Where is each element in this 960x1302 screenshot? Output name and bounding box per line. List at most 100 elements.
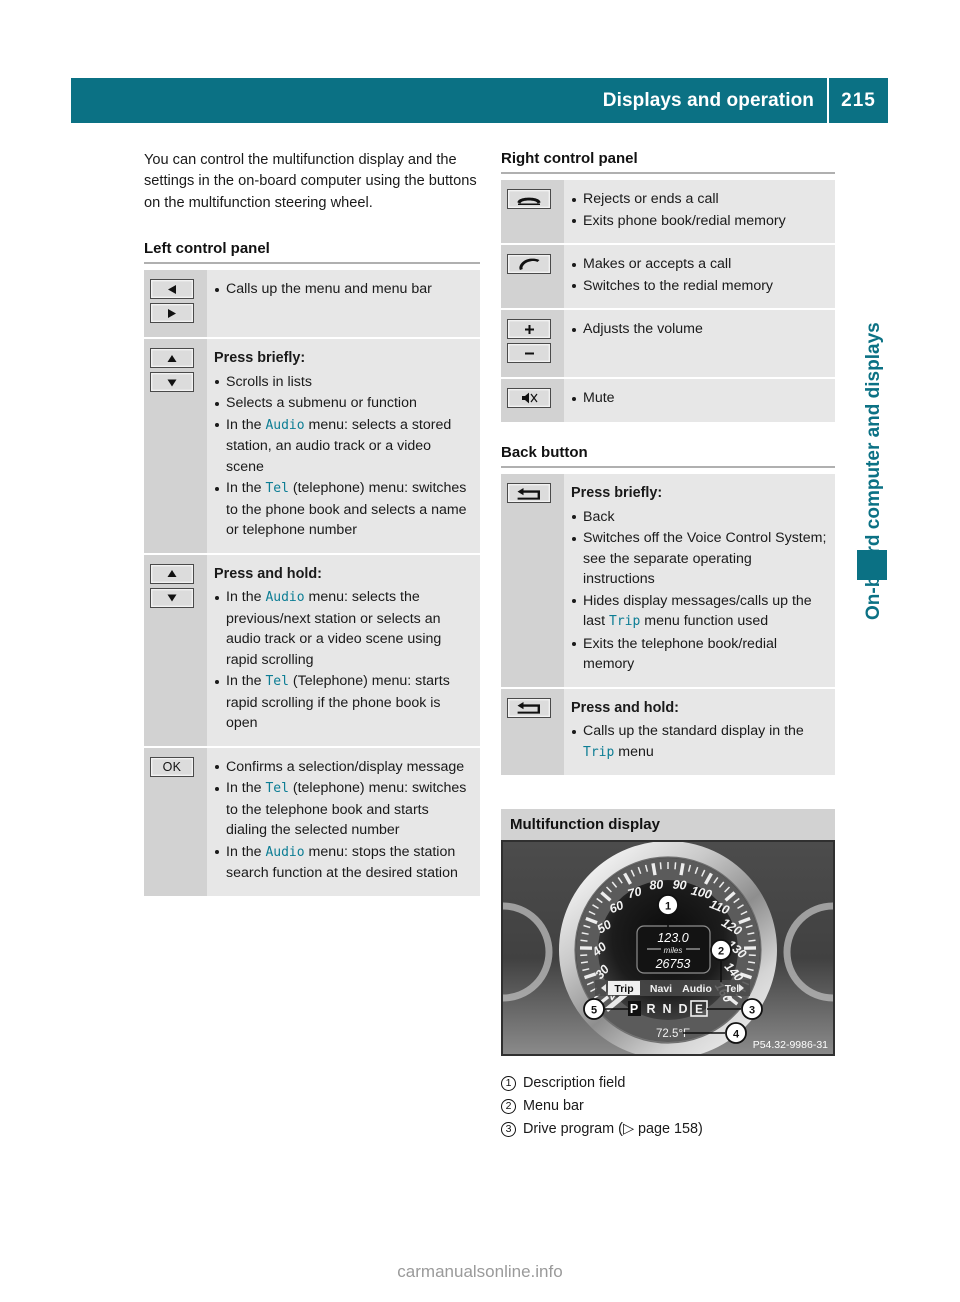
bullet-item: Calls up the menu and menu bar — [214, 279, 472, 300]
bullet-text: Rejects or ends a call — [583, 191, 719, 207]
row-icon-cell — [501, 377, 564, 422]
callout-caption-list: 1 Description field 2 Menu bar 3 Drive progra… — [501, 1072, 835, 1141]
caption-number: 2 — [501, 1095, 523, 1118]
multifunction-display-illustration: 2030405060708090100110120130140160 123.0… — [501, 840, 835, 1056]
bullet-text: Exits the telephone book/redial memory — [583, 635, 778, 673]
row-text-cell: Adjusts the volume — [564, 308, 835, 378]
bullet-list: Calls up the menu and menu bar — [214, 279, 472, 300]
bullet-text: menu function used — [640, 613, 769, 629]
phone-accept-icon[interactable] — [507, 254, 551, 274]
bullet-text: menu — [614, 743, 654, 760]
bullet-text: In the — [226, 416, 266, 433]
menu-keyword: Tel — [265, 781, 289, 797]
row-text-cell: Press and hold: In the Audio menu: select… — [207, 552, 480, 747]
bullet-list: Makes or accepts a call Switches to the r… — [571, 254, 827, 296]
right-column: Right control panel Rejects or ends a ca… — [501, 150, 835, 1141]
row-icon-cell — [501, 474, 564, 688]
caption-text: Description field — [523, 1075, 626, 1091]
table-row: Press briefly: Scrolls in lists Selects a … — [144, 337, 480, 554]
speed-tick-label: 80 — [649, 877, 664, 892]
minus-icon[interactable] — [507, 343, 551, 363]
menu-keyword: Tel — [265, 674, 289, 690]
bullet-item: In the Tel (telephone) menu: switches to… — [214, 778, 472, 841]
row-icon-cell — [144, 552, 207, 747]
bullet-list: In the Audio menu: selects the previous/… — [214, 587, 472, 734]
bullet-text: Calls up the menu and menu bar — [226, 281, 432, 298]
bullet-list: Scrolls in lists Selects a submenu or fun… — [214, 372, 472, 541]
plus-icon[interactable] — [507, 319, 551, 339]
row-text-cell: Confirms a selection/display message In t… — [207, 745, 480, 896]
bullet-item: Selects a submenu or function — [214, 393, 472, 414]
row-icon-cell — [501, 243, 564, 309]
bullet-item: Exits the telephone book/redial memory — [571, 634, 827, 675]
table-row: Rejects or ends a call Exits phone book/r… — [501, 180, 835, 244]
row-lead-label: Press briefly: — [214, 350, 306, 367]
arrow-right-icon[interactable] — [150, 303, 194, 324]
left-control-panel-heading: Left control panel — [144, 240, 480, 265]
back-button-heading: Back button — [501, 444, 835, 468]
row-icon-cell — [501, 180, 564, 244]
bullet-text: In the — [226, 673, 266, 690]
callout-3-label: 3 — [749, 1005, 755, 1017]
row-icon-cell: OK — [144, 745, 207, 896]
bullet-text: In the — [226, 780, 266, 797]
bullet-list: Adjusts the volume — [571, 319, 827, 340]
svg-text:miles: miles — [664, 946, 683, 955]
bullet-text: Makes or accepts a call — [583, 256, 732, 272]
bullet-text: In the — [226, 843, 266, 860]
table-row: Press and hold: In the Audio menu: select… — [144, 552, 480, 747]
bullet-item: Adjusts the volume — [571, 319, 827, 340]
row-lead-label: Press and hold: — [571, 699, 679, 716]
row-icon-cell — [144, 337, 207, 554]
arrow-left-icon[interactable] — [150, 279, 194, 300]
arrow-down-icon[interactable] — [150, 587, 194, 608]
back-arrow-icon[interactable] — [507, 697, 551, 718]
bullet-text: Exits phone book/redial memory — [583, 212, 786, 229]
bullet-text: In the — [226, 589, 266, 606]
back-arrow-icon[interactable] — [507, 483, 551, 503]
menu-keyword: Trip — [583, 744, 615, 760]
bullet-text: Mute — [583, 390, 615, 406]
menu-keyword: Trip — [609, 614, 641, 629]
table-row: Calls up the menu and menu bar — [144, 270, 480, 339]
mfd-menu-item[interactable]: Tel — [725, 983, 739, 995]
bullet-item: In the Tel (telephone) menu: switches to… — [214, 478, 472, 541]
bullet-item: In the Audio menu: selects a stored stat… — [214, 415, 472, 478]
bullet-item: Exits phone book/redial memory — [571, 211, 827, 232]
table-row: OK Confirms a selection/display message In… — [144, 745, 480, 896]
intro-paragraph: You can control the multifunction displa… — [144, 152, 477, 211]
callout-1-label: 1 — [665, 901, 671, 913]
bullet-item: Scrolls in lists — [214, 372, 472, 393]
bullet-item: In the Audio menu: selects the previous/… — [214, 587, 472, 670]
table-row: Mute — [501, 377, 835, 422]
row-text-cell: Mute — [564, 377, 835, 422]
row-icon-cell — [144, 270, 207, 339]
gear-letter: P — [630, 1002, 638, 1016]
arrow-up-icon[interactable] — [150, 563, 194, 584]
gear-letter: N — [662, 1002, 671, 1016]
mfd-menu-item[interactable]: Audio — [682, 983, 712, 995]
arrow-down-icon[interactable] — [150, 372, 194, 393]
multifunction-display-heading: Multifunction display — [501, 809, 835, 840]
table-row: Press and hold: Calls up the standard dis… — [501, 686, 835, 775]
gear-letter: D — [678, 1002, 687, 1016]
bullet-text: Confirms a selection/display message — [226, 758, 465, 775]
callout-4-label: 4 — [733, 1029, 740, 1041]
caption-row: 1 Description field — [501, 1072, 835, 1095]
page-header-bar: Displays and operation 215 — [71, 78, 888, 123]
left-control-panel-table: Calls up the menu and menu bar Press brie… — [144, 270, 480, 896]
ok-button-icon[interactable]: OK — [150, 756, 194, 777]
row-text-cell: Calls up the menu and menu bar — [207, 270, 480, 338]
bullet-item: Makes or accepts a call — [571, 254, 827, 275]
mute-icon[interactable] — [507, 388, 551, 408]
table-row: Makes or accepts a call Switches to the r… — [501, 243, 835, 309]
mfd-menu-item[interactable]: Trip — [614, 983, 633, 995]
bullet-text: Back — [583, 508, 615, 525]
phone-end-icon[interactable] — [507, 189, 551, 209]
caption-row: 2 Menu bar — [501, 1095, 835, 1118]
caption-number: 1 — [501, 1072, 523, 1095]
page-number: 215 — [841, 89, 876, 111]
mfd-menu-item[interactable]: Navi — [650, 983, 672, 995]
arrow-up-icon[interactable] — [150, 348, 194, 369]
bullet-item: In the Audio menu: stops the station sea… — [214, 842, 472, 884]
